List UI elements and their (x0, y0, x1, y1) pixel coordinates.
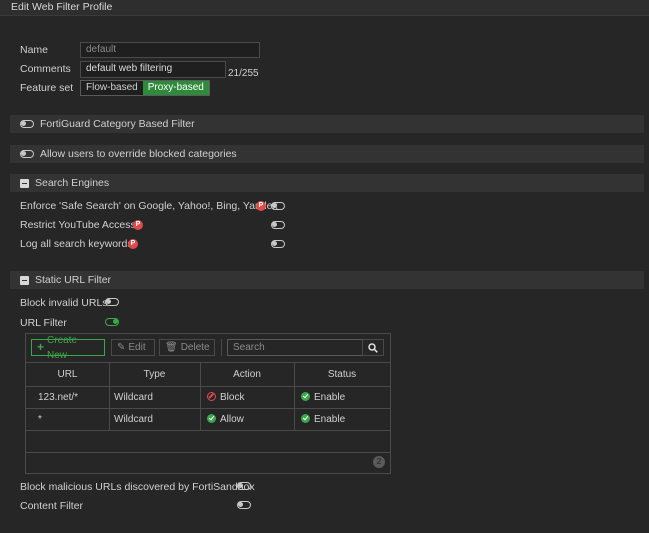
row-count-badge: 2 (373, 456, 385, 468)
safe-search-toggle[interactable] (271, 202, 285, 210)
url-filter-label: URL Filter (20, 317, 67, 329)
url-filter-toggle[interactable] (105, 318, 119, 326)
create-new-label: Create New (47, 334, 78, 361)
section-override-label: Allow users to override blocked categori… (40, 148, 237, 160)
comments-counter: 21/255 (228, 68, 259, 79)
block-malicious-toggle[interactable] (237, 482, 251, 490)
block-malicious-label: Block malicious URLs discovered by Forti… (20, 481, 255, 493)
delete-button[interactable]: 🗑 Delete (159, 339, 215, 356)
column-header-status[interactable]: Status (294, 364, 390, 385)
content-filter-label: Content Filter (20, 500, 84, 512)
status-cell: Enable (301, 387, 345, 408)
edit-button[interactable]: ✎ Edit (111, 339, 155, 356)
section-static-url[interactable]: Static URL Filter (10, 271, 644, 289)
proxy-based-option[interactable]: Proxy-based (142, 81, 209, 95)
youtube-toggle[interactable] (271, 221, 285, 229)
window-title: Edit Web Filter Profile (0, 0, 649, 16)
fortiguard-toggle[interactable] (20, 120, 34, 128)
log-keywords-label: Log all search keywords (20, 238, 133, 250)
comments-label: Comments (20, 63, 71, 75)
type-cell: Wildcard (114, 414, 153, 425)
check-icon (207, 414, 216, 423)
table-line (26, 430, 390, 431)
collapse-icon[interactable] (20, 275, 29, 285)
search-input[interactable]: Search (227, 339, 363, 356)
section-fortiguard-label: FortiGuard Category Based Filter (40, 118, 195, 130)
youtube-label: Restrict YouTube Access (20, 219, 136, 231)
toolbar-divider (221, 339, 222, 356)
table-line (26, 362, 390, 363)
proxy-badge-icon: P (128, 239, 138, 249)
name-input[interactable]: default (80, 42, 260, 58)
column-header-type[interactable]: Type (109, 364, 200, 385)
collapse-icon[interactable] (20, 178, 29, 188)
name-label: Name (20, 44, 49, 56)
proxy-badge-icon: P (256, 201, 266, 211)
action-cell: Block (207, 387, 244, 408)
override-toggle[interactable] (20, 150, 34, 158)
url-filter-table: + Create New ✎ Edit 🗑 Delete Search URL … (25, 333, 391, 474)
column-header-action[interactable]: Action (200, 364, 294, 385)
type-cell: Wildcard (114, 392, 153, 403)
feature-set-label: Feature set (20, 82, 74, 94)
content-filter-toggle[interactable] (237, 501, 251, 509)
pencil-icon: ✎ (117, 342, 126, 353)
block-icon (207, 392, 216, 401)
create-new-button[interactable]: + Create New (31, 335, 105, 361)
section-static-url-label: Static URL Filter (35, 274, 112, 286)
flow-based-option[interactable]: Flow-based (81, 81, 143, 95)
check-icon (301, 392, 310, 401)
proxy-badge-icon: P (133, 220, 143, 230)
search-icon (368, 342, 378, 353)
url-cell: 123.net/* (38, 392, 79, 403)
status-cell: Enable (301, 409, 345, 430)
block-invalid-toggle[interactable] (105, 298, 119, 306)
safe-search-label: Enforce 'Safe Search' on Google, Yahoo!,… (20, 200, 278, 212)
action-cell: Allow (207, 409, 244, 430)
feature-set-selector: Flow-based Proxy-based (80, 80, 210, 96)
section-search-engines[interactable]: Search Engines (10, 174, 644, 192)
log-keywords-toggle[interactable] (271, 240, 285, 248)
url-cell: * (38, 414, 42, 425)
check-icon (301, 414, 310, 423)
search-button[interactable] (362, 339, 384, 356)
section-override: Allow users to override blocked categori… (10, 145, 644, 163)
section-search-engines-label: Search Engines (35, 177, 110, 189)
table-line (26, 452, 390, 453)
delete-label: Delete (180, 342, 210, 353)
comments-textarea[interactable]: default web filtering (80, 61, 226, 78)
plus-icon: + (37, 340, 45, 354)
section-fortiguard: FortiGuard Category Based Filter (10, 115, 644, 133)
column-header-url[interactable]: URL (26, 364, 109, 385)
block-invalid-label: Block invalid URLs (20, 297, 108, 309)
edit-label: Edit (128, 342, 146, 353)
trash-icon: 🗑 (165, 342, 178, 353)
